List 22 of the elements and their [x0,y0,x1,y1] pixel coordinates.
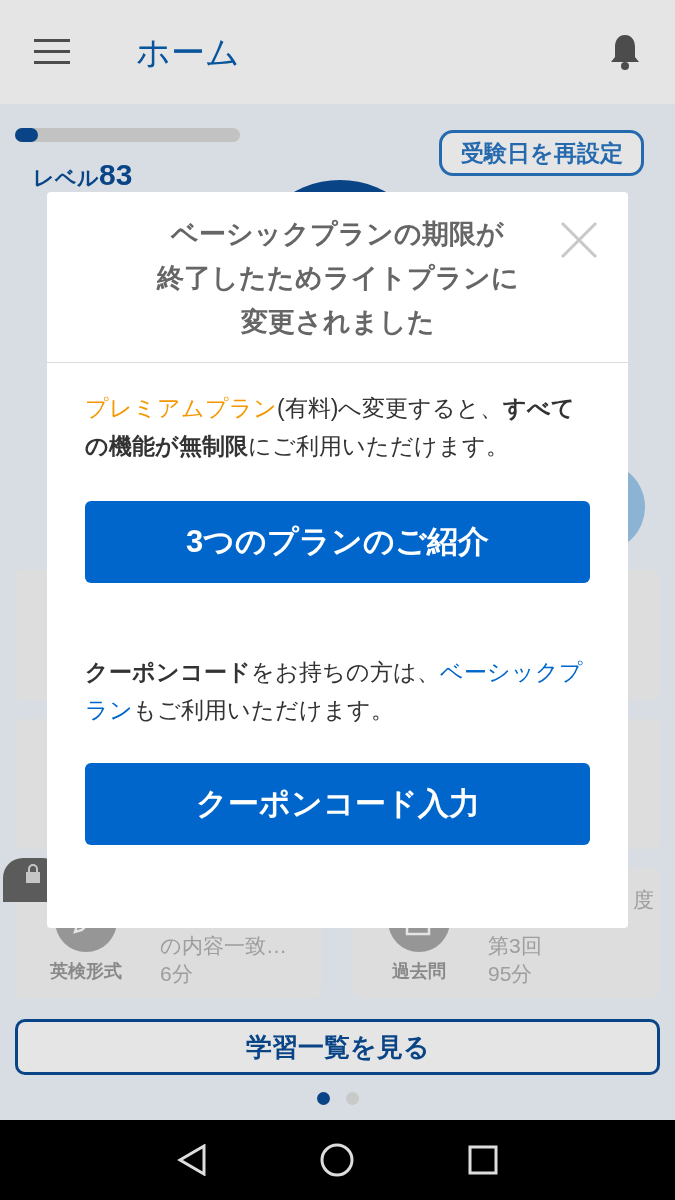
card-label: 過去問 [392,960,446,983]
upgrade-message: プレミアムプラン(有料)へ変更すると、すべての機能が無制限にご利用いただけます。 [85,394,577,461]
home-icon[interactable] [320,1143,355,1177]
recents-icon[interactable] [468,1145,499,1175]
menu-icon[interactable] [34,39,70,65]
lock-icon [25,864,41,884]
page-title: ホーム [136,31,241,73]
card-text: 第3回 [488,933,542,959]
back-icon[interactable] [176,1144,207,1176]
reset-date-button[interactable]: 受験日を再設定 [439,130,644,176]
card-text: 6分 [160,961,194,987]
coupon-message: クーポンコード をお持ちの方は、ベーシックプラン もご利用いただけます。 [85,658,584,725]
notification-bell-icon[interactable] [609,33,641,71]
coupon-button[interactable]: クーポンコード入力 [85,763,590,845]
plans-button[interactable]: 3つのプランのご紹介 [85,501,590,583]
card-text: の内容一致… [160,933,287,959]
study-list-button[interactable]: 学習一覧を見る [15,1019,660,1075]
dialog-title: ベーシックプランの期限が 終了したためライトプランに 変更されました [156,218,519,339]
level-label: レベル83 [33,157,133,193]
card-label: 英検形式 [50,960,122,983]
card-text: 度 [633,887,654,913]
card-text: 95分 [488,961,534,987]
